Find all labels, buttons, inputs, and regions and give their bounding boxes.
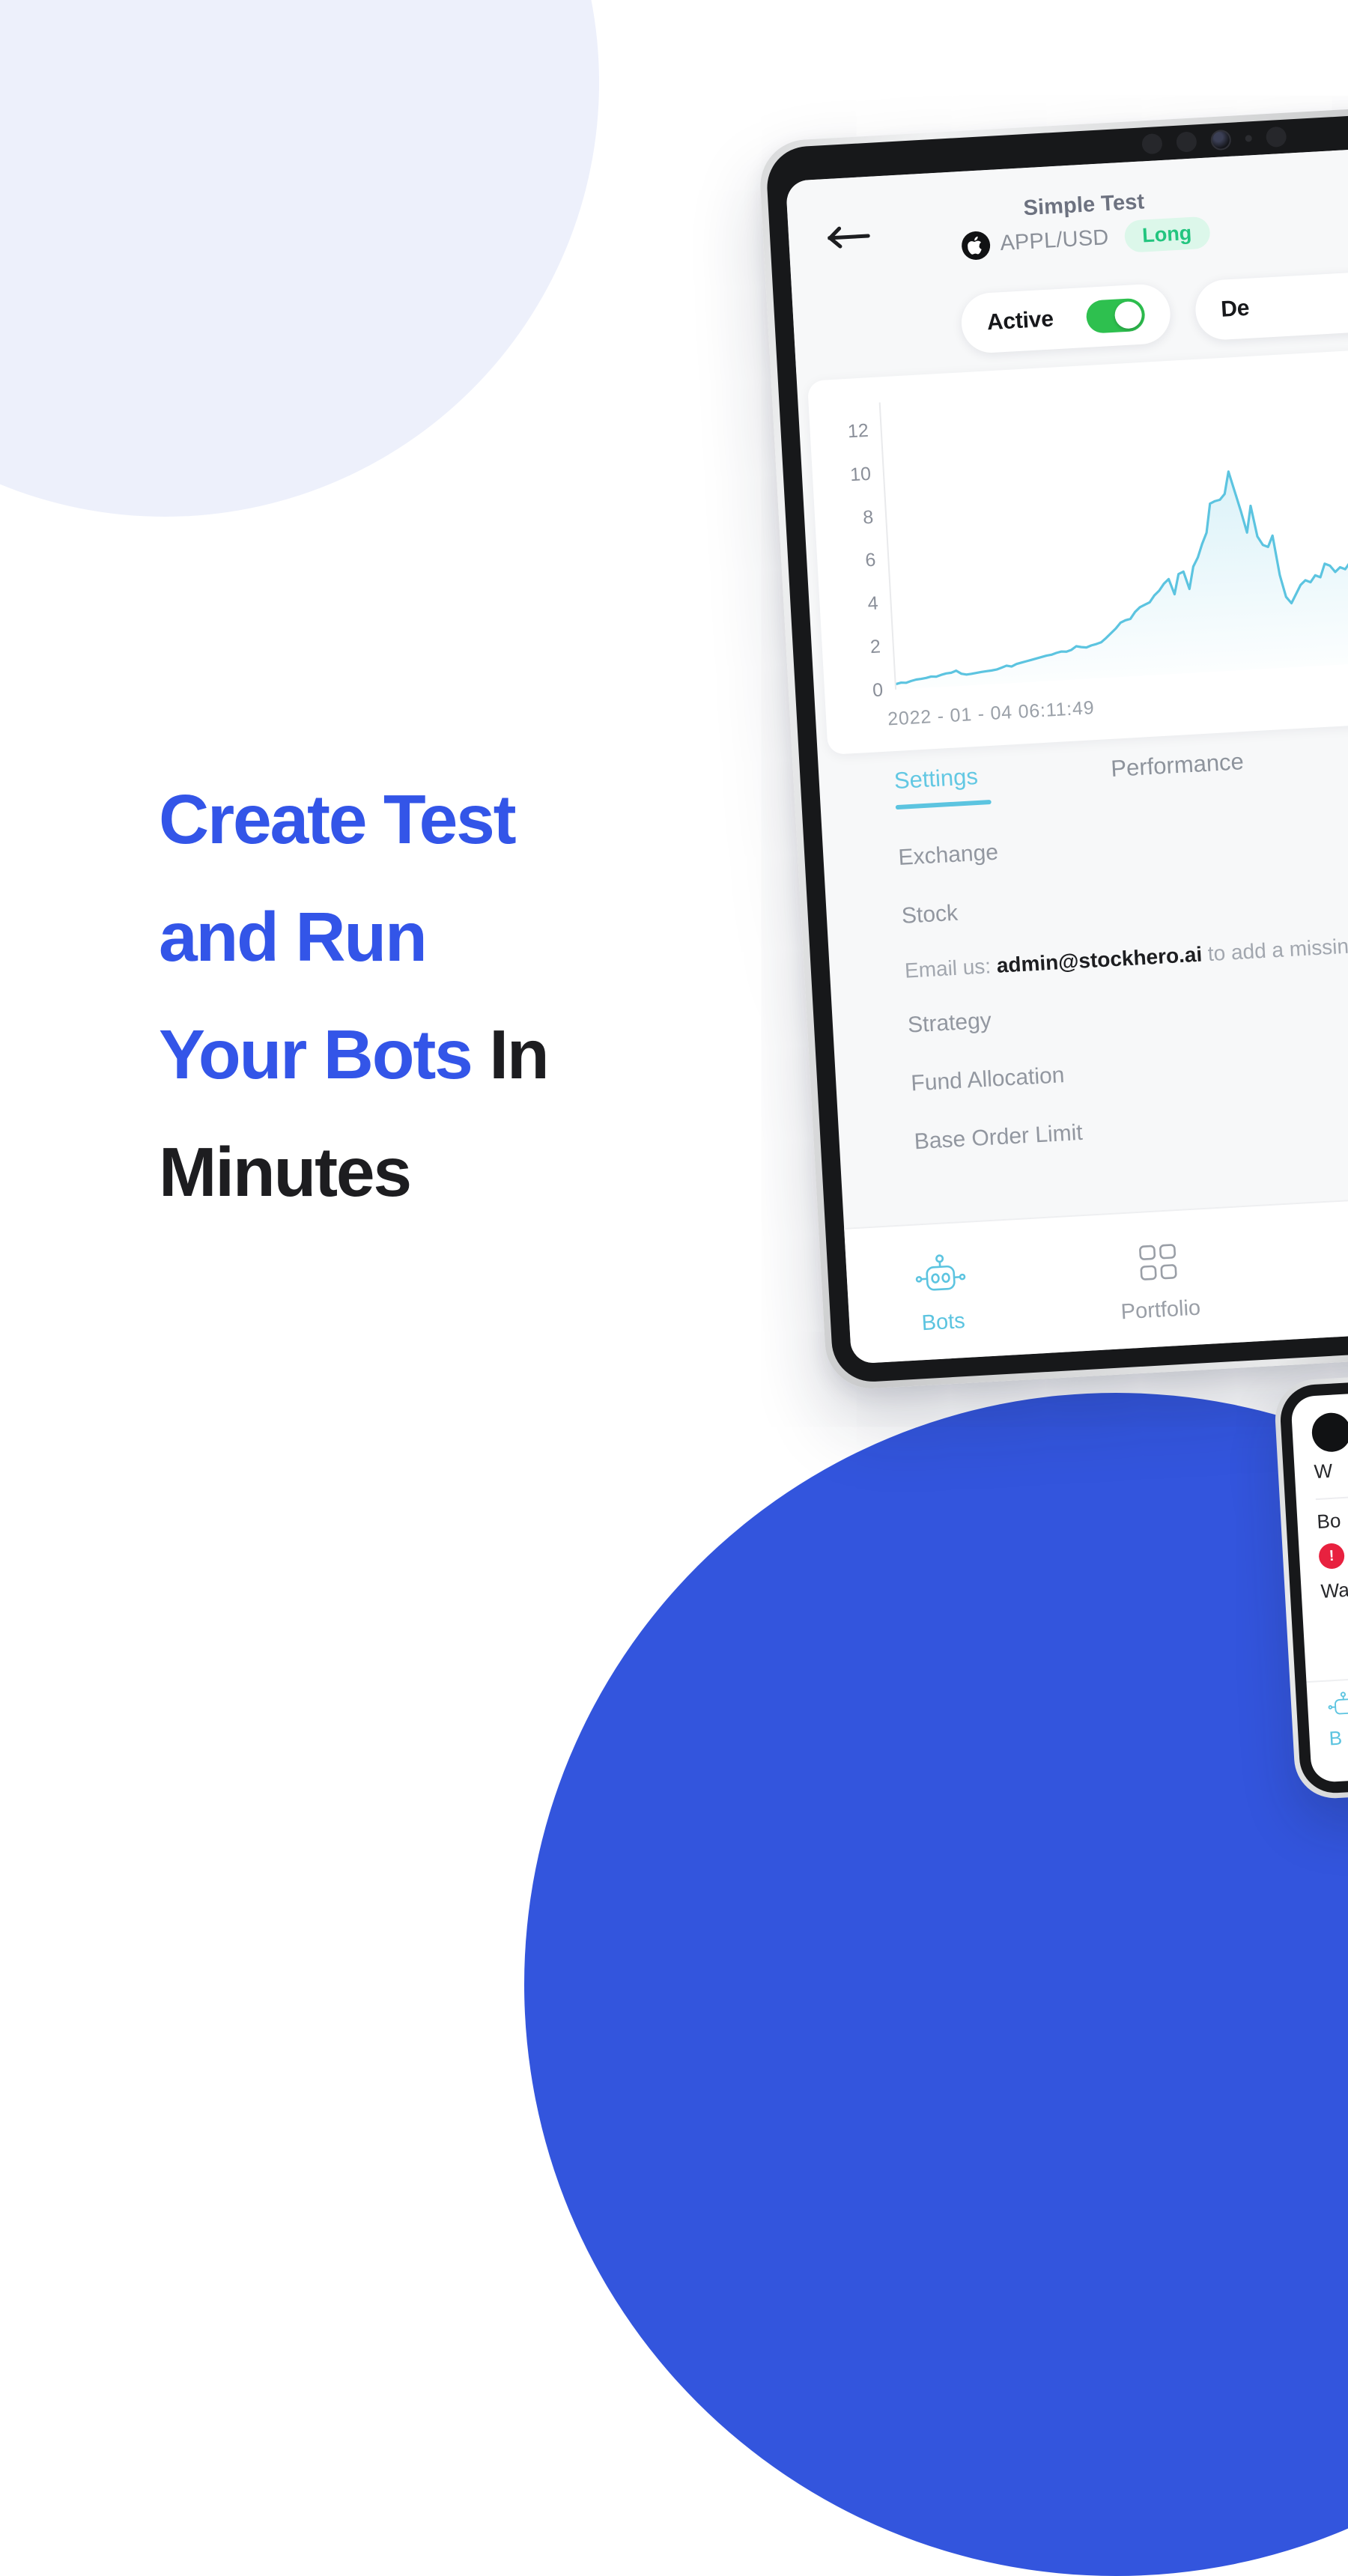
chart-x-axis-label: 2022 - 01 - 04 06:11:49 xyxy=(887,697,1096,730)
tab-performance[interactable]: Performance xyxy=(1110,748,1245,798)
camera-sensor-icon xyxy=(1141,133,1163,155)
headline-line-4-text: Minutes xyxy=(159,1132,412,1211)
robot-icon xyxy=(1326,1677,1348,1723)
setting-label: Fund Allocation xyxy=(910,1063,1066,1096)
toggle-knob xyxy=(1114,300,1143,329)
headline-line-2-text: and Run xyxy=(159,898,428,976)
headline-line-1-text: Create Test xyxy=(159,780,517,859)
headline-line-1: Create Test xyxy=(159,784,698,855)
chart-y-tick: 8 xyxy=(862,506,874,529)
phone-line-2: Bo xyxy=(1316,1509,1342,1534)
alert-icon: ! xyxy=(1318,1543,1346,1570)
tablet-mockup: Simple Test APPL/USD Long Active De 0 2 … xyxy=(758,106,1348,1391)
chart-y-tick: 2 xyxy=(869,636,881,658)
page-title: Create Test and Run Your Bots In Minutes xyxy=(159,784,698,1207)
active-label: Active xyxy=(986,306,1054,335)
nav-label-portfolio: Portfolio xyxy=(1120,1295,1201,1324)
secondary-pill[interactable]: De xyxy=(1194,268,1348,341)
tab-performance-label: Performance xyxy=(1110,748,1245,782)
note-suffix: to add a missing pair xyxy=(1206,932,1348,966)
background-lavender-circle xyxy=(0,0,599,517)
note-prefix: Email us: xyxy=(904,953,998,982)
chart-inner: 0 2 4 6 8 10 12 2022 - 01 - 04 06:11:49 xyxy=(834,374,1348,741)
nav-item-portfolio[interactable]: Portfolio xyxy=(1093,1233,1225,1325)
bot-title-block: Simple Test APPL/USD Long xyxy=(787,177,1348,272)
chart-svg xyxy=(881,374,1348,690)
market-icon xyxy=(1310,1221,1348,1280)
headline-line-2: and Run xyxy=(159,902,698,973)
app-logo-icon xyxy=(1311,1412,1348,1453)
chart-y-tick: 4 xyxy=(866,592,879,615)
nav-item-bots[interactable]: Bots xyxy=(875,1245,1008,1338)
chart-y-tick: 12 xyxy=(847,419,869,443)
camera-sensor-icon xyxy=(1265,126,1287,148)
settings-list: Exchange Stock Email us: admin@stockhero… xyxy=(821,780,1348,1175)
nav-label-market: Mar xyxy=(1314,1282,1348,1313)
chart-plot-area xyxy=(878,374,1348,690)
tab-settings-label: Settings xyxy=(893,762,979,795)
headline-line-3: Your Bots In xyxy=(159,1019,698,1090)
camera-lens-icon xyxy=(1210,129,1232,151)
trading-pair: APPL/USD xyxy=(999,225,1110,256)
nav-item-market[interactable]: Mar xyxy=(1310,1221,1348,1313)
support-email-link[interactable]: admin@stockhero.ai xyxy=(996,943,1203,977)
active-toggle-pill[interactable]: Active xyxy=(959,282,1172,355)
camera-sensor-icon xyxy=(1176,131,1197,153)
chart-y-tick: 10 xyxy=(849,463,872,486)
active-toggle-switch[interactable] xyxy=(1085,297,1146,334)
secondary-pill-label: De xyxy=(1220,295,1251,322)
phone-alert-row: ! xyxy=(1318,1529,1348,1570)
phone-line-3: Wa xyxy=(1320,1578,1348,1603)
performance-chart-card: 0 2 4 6 8 10 12 2022 - 01 - 04 06:11:49 xyxy=(807,349,1348,756)
grid-icon xyxy=(1093,1233,1223,1292)
phone-divider xyxy=(1315,1483,1348,1501)
tab-settings[interactable]: Settings xyxy=(893,763,980,809)
setting-label: Exchange xyxy=(897,839,999,870)
phone-bottom-navigation: B xyxy=(1306,1665,1348,1783)
headline-line-3-blue-text: Your Bots xyxy=(159,1015,473,1094)
headline-line-4: Minutes xyxy=(159,1136,698,1208)
background-blue-circle xyxy=(524,1393,1348,2576)
setting-label: Base Order Limit xyxy=(913,1120,1084,1155)
status-badge: Long xyxy=(1123,216,1211,253)
apple-icon xyxy=(961,230,992,261)
chart-y-axis: 0 2 4 6 8 10 12 xyxy=(834,409,889,701)
setting-label: Stock xyxy=(901,900,959,929)
robot-icon xyxy=(875,1245,1006,1304)
setting-label: Strategy xyxy=(907,1008,992,1038)
chart-y-tick: 0 xyxy=(872,679,884,702)
nav-label-bots: Bots xyxy=(920,1308,966,1335)
tablet-screen: Simple Test APPL/USD Long Active De 0 2 … xyxy=(785,148,1348,1364)
microphone-icon xyxy=(1245,135,1252,142)
bottom-navigation: Bots Portfolio Mar xyxy=(844,1194,1348,1364)
chart-y-tick: 6 xyxy=(864,550,877,571)
headline-line-3-dark-text: In xyxy=(471,1015,549,1094)
